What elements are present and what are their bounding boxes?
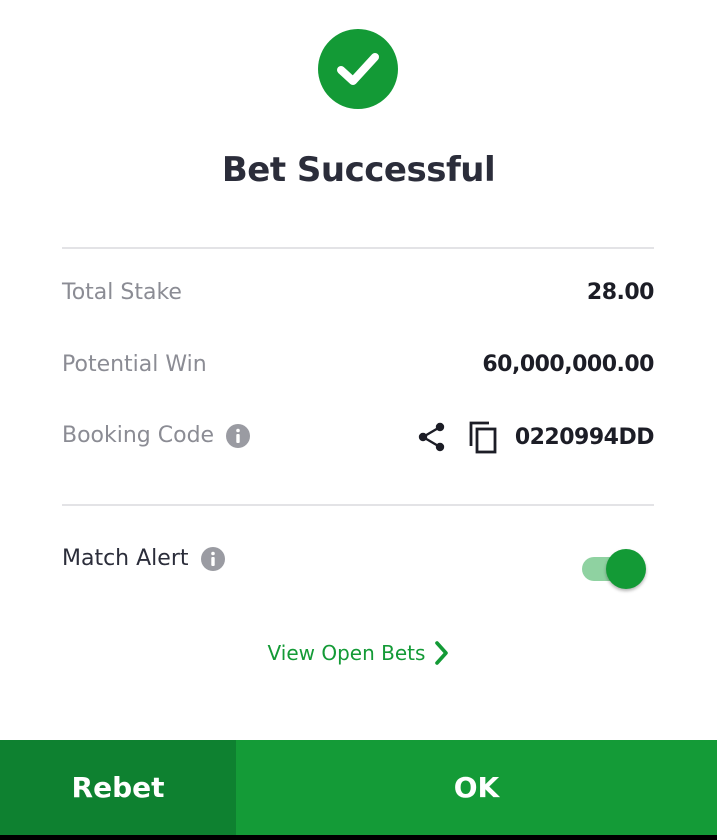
potential-win-label: Potential Win bbox=[62, 352, 207, 377]
booking-code-info-icon[interactable] bbox=[226, 423, 251, 448]
total-stake-label-text: Total Stake bbox=[62, 280, 182, 305]
match-alert-toggle[interactable] bbox=[582, 549, 648, 589]
match-alert-label: Match Alert bbox=[62, 546, 225, 571]
divider-top bbox=[62, 247, 654, 249]
potential-win-label-text: Potential Win bbox=[62, 352, 207, 377]
bottom-edge bbox=[0, 835, 717, 840]
page-title: Bet Successful bbox=[221, 150, 496, 190]
copy-icon[interactable] bbox=[467, 420, 499, 454]
footer-actions: Rebet OK bbox=[0, 740, 717, 835]
view-open-bets-label: View Open Bets bbox=[267, 641, 426, 665]
match-alert-info-icon[interactable] bbox=[200, 546, 225, 571]
total-stake-label: Total Stake bbox=[62, 280, 182, 305]
booking-code-value: 0220994DD bbox=[514, 424, 655, 450]
view-open-bets-link[interactable]: View Open Bets bbox=[0, 636, 717, 670]
total-stake-value: 28.00 bbox=[586, 280, 655, 305]
match-alert-label-text: Match Alert bbox=[62, 546, 189, 571]
chevron-right-icon bbox=[435, 641, 449, 665]
toggle-thumb bbox=[606, 549, 646, 589]
booking-code-actions: 0220994DD bbox=[417, 418, 655, 456]
ok-button[interactable]: OK bbox=[236, 740, 717, 835]
booking-code-label: Booking Code bbox=[62, 423, 251, 448]
potential-win-value: 60,000,000.00 bbox=[482, 352, 654, 377]
success-check-icon bbox=[318, 29, 398, 109]
booking-code-label-text: Booking Code bbox=[62, 423, 215, 448]
rebet-button[interactable]: Rebet bbox=[0, 740, 236, 835]
check-icon bbox=[337, 53, 379, 85]
share-icon[interactable] bbox=[417, 421, 447, 453]
divider-bottom bbox=[62, 504, 654, 506]
